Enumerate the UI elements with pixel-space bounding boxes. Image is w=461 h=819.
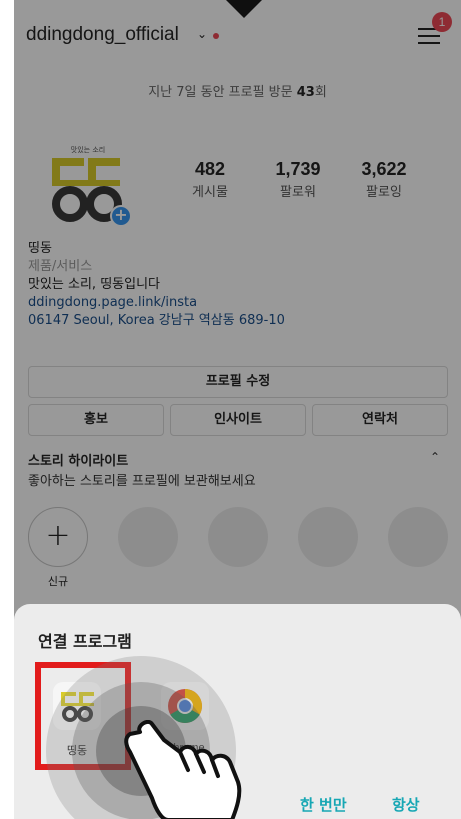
just-once-button[interactable]: 한 번만	[300, 794, 347, 815]
always-button[interactable]: 항상	[392, 794, 420, 815]
tap-gesture-hand-icon	[124, 720, 242, 819]
screenshot-frame: ddingdong_official ⌄ 1 지난 7일 동안 프로필 방문 4…	[0, 0, 461, 819]
sheet-title: 연결 프로그램	[38, 632, 132, 651]
